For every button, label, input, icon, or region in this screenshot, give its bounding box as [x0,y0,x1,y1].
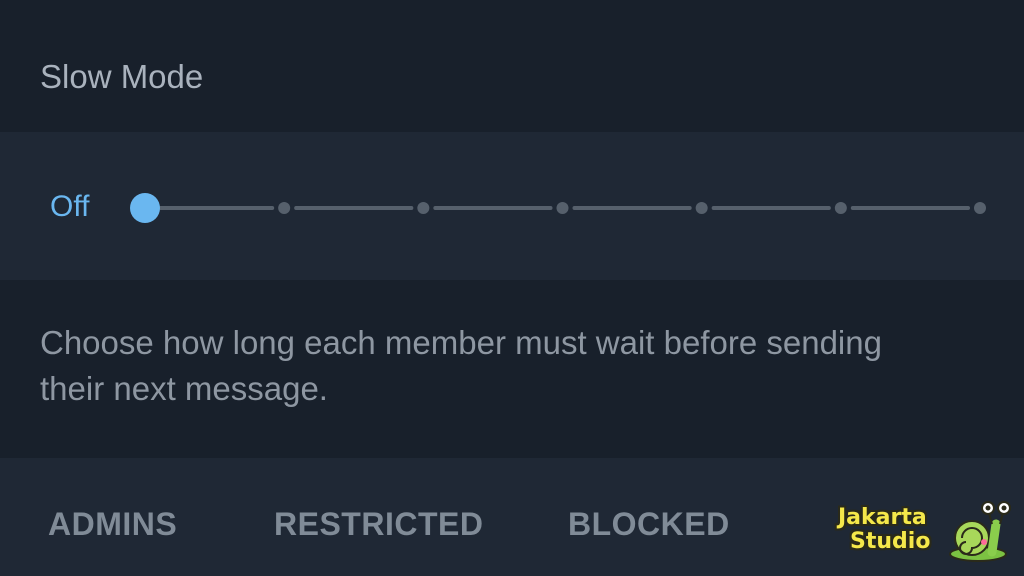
slider-stop[interactable] [278,202,291,214]
tab-admins[interactable]: ADMINS [48,506,177,542]
slider-stop[interactable] [695,202,708,214]
watermark-line2: Studio [850,529,931,554]
slider-thumb[interactable] [130,193,160,223]
snail-mascot-icon [949,501,1011,562]
tab-blocked[interactable]: BLOCKED [568,506,730,542]
slow-mode-description: Choose how long each member must wait be… [40,324,882,407]
watermark-logo: Jakarta Studio [836,500,1016,564]
watermark-line1: Jakarta [838,505,927,530]
slider-stop[interactable] [417,202,430,214]
tab-restricted[interactable]: RESTRICTED [274,506,483,542]
slider-stop[interactable] [556,202,569,214]
slider-stop[interactable] [974,202,986,214]
section-title: Slow Mode [40,58,204,95]
slider-track[interactable] [130,193,986,223]
section-header: Slow Mode [0,0,1024,132]
slow-mode-slider[interactable] [0,132,1024,280]
slider-stop[interactable] [834,202,847,214]
info-block: Choose how long each member must wait be… [0,280,1024,458]
slow-mode-slider-row: Off [0,132,1024,280]
